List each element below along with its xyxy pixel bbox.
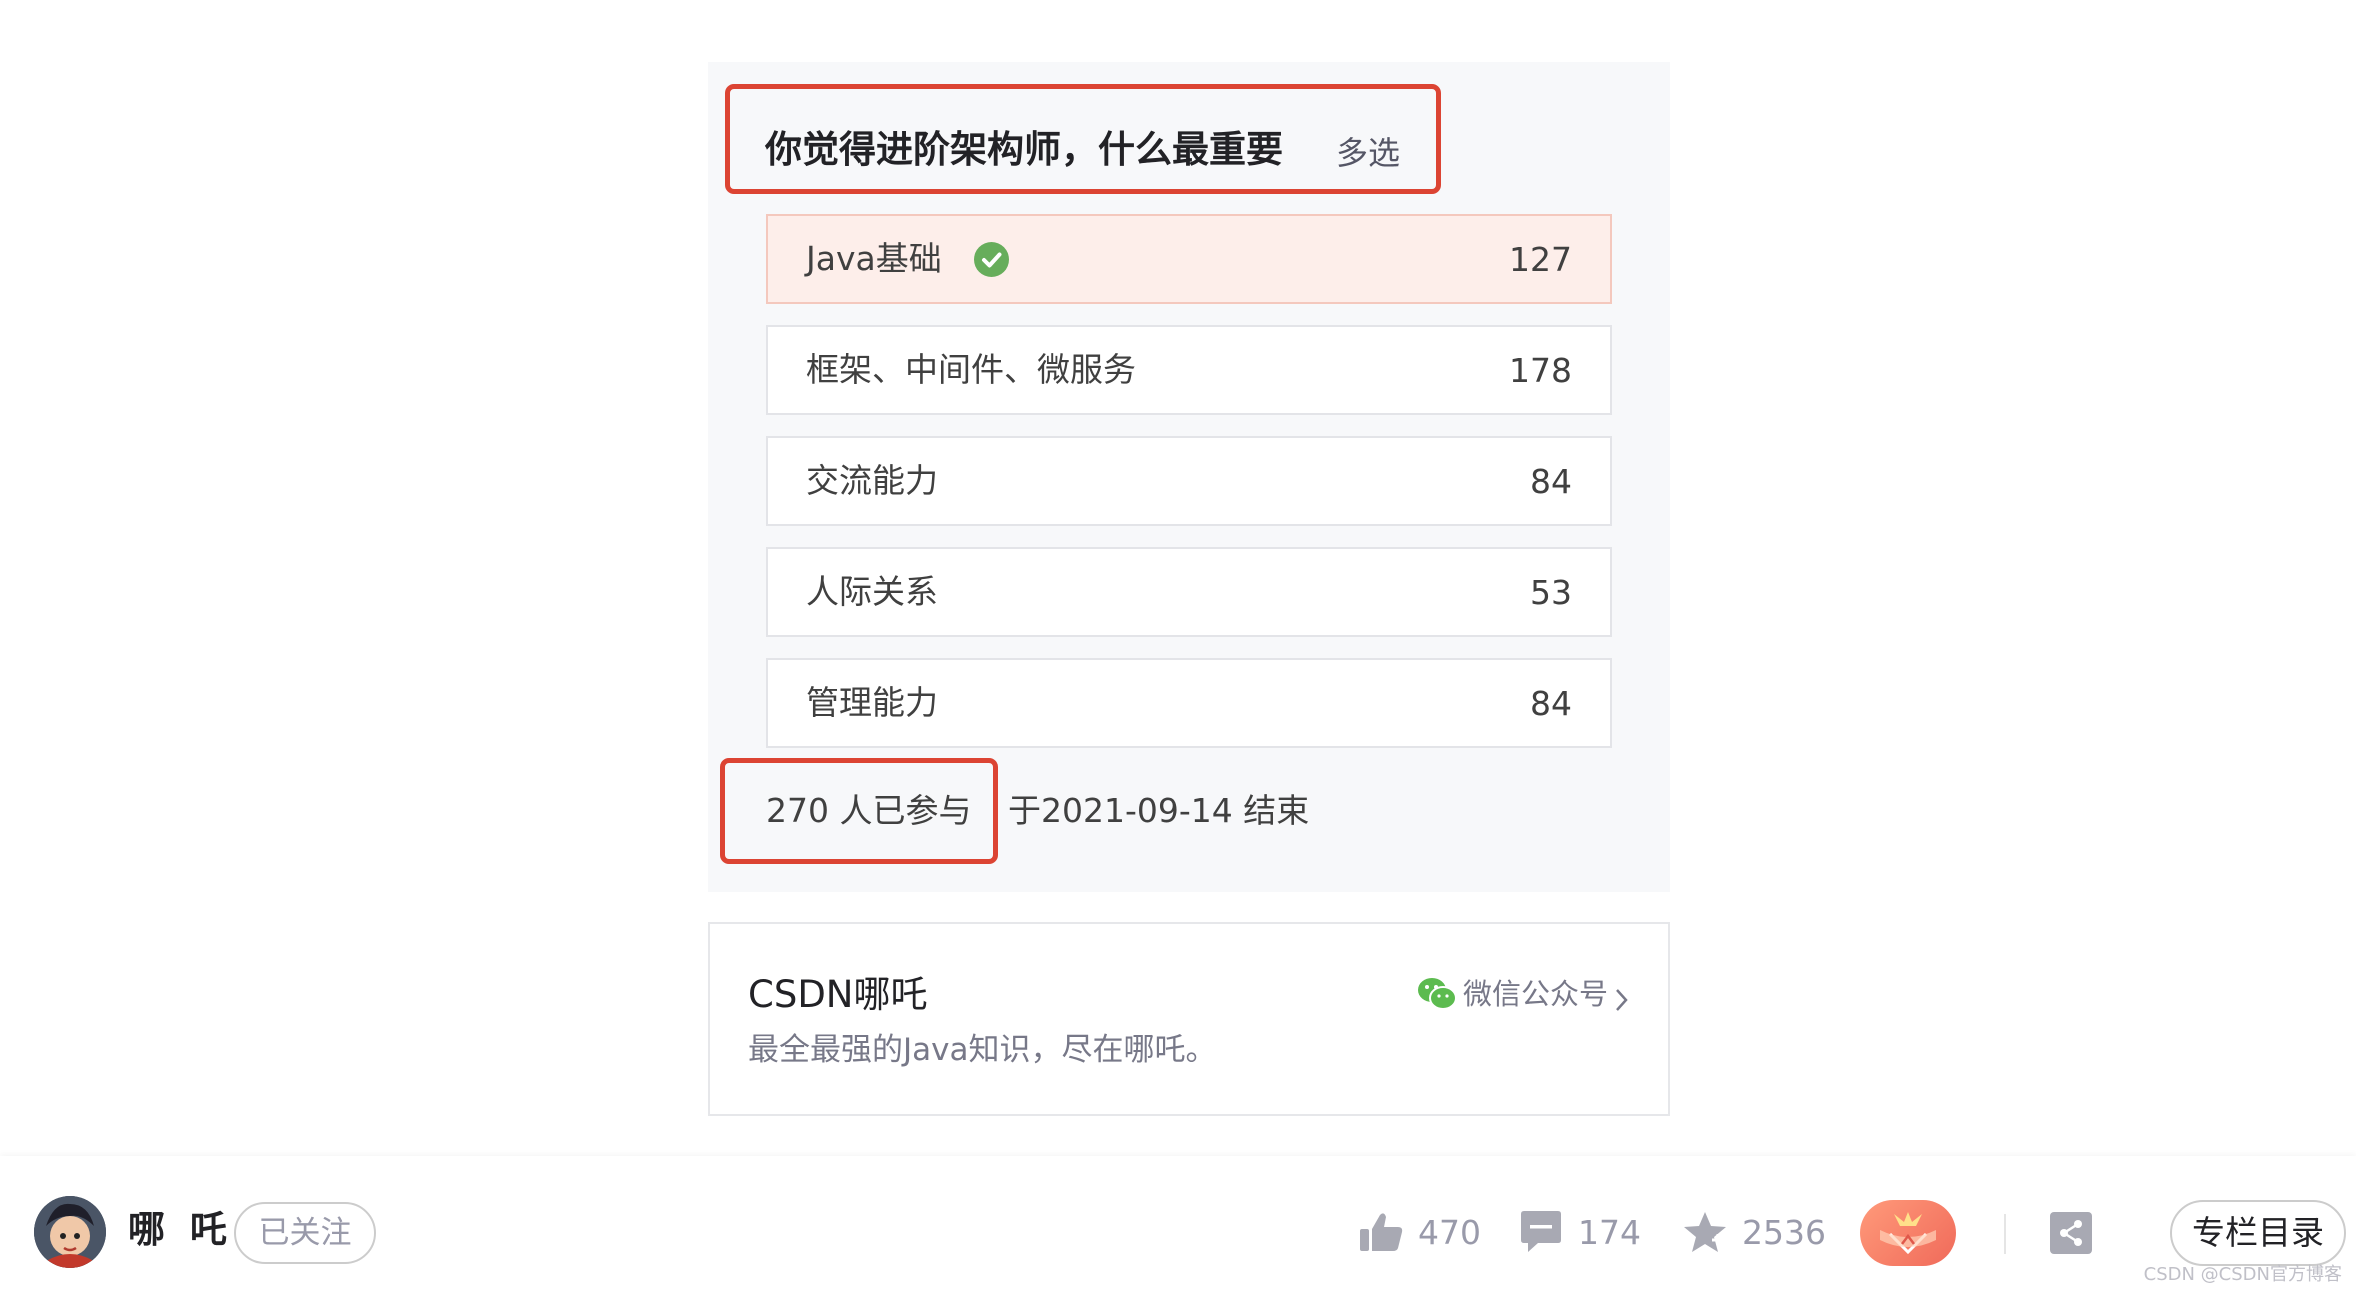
- vote-option[interactable]: 人际关系 53: [766, 547, 1612, 637]
- favorite-button[interactable]: 2536: [1682, 1206, 1826, 1258]
- vote-option-label: 交流能力: [806, 461, 938, 500]
- account-card[interactable]: CSDN哪吒 最全最强的Java知识，尽在哪吒。 微信公众号: [708, 922, 1670, 1116]
- watermark: CSDN @CSDN官方博客: [2143, 1264, 2342, 1285]
- bottom-toolbar: 哪 吒 已关注 470 174 2536 专栏目录: [0, 1156, 2356, 1290]
- vote-end-date: 于2021-09-14 结束: [1008, 791, 1310, 830]
- wechat-official-link[interactable]: 微信公众号: [1417, 972, 1630, 1016]
- wechat-icon: [1417, 977, 1457, 1011]
- comment-count: 174: [1578, 1212, 1641, 1252]
- vote-option-count: 127: [1509, 240, 1572, 279]
- vote-option-label: 框架、中间件、微服务: [806, 350, 1136, 389]
- like-count: 470: [1418, 1212, 1481, 1252]
- vote-option-count: 53: [1530, 573, 1572, 612]
- vote-option-label: 人际关系: [806, 572, 938, 611]
- account-description: 最全最强的Java知识，尽在哪吒。: [748, 1032, 1217, 1068]
- vote-card: 你觉得进阶架构师，什么最重要 多选 Java基础 127 框架、中间件、微服务 …: [708, 62, 1670, 892]
- participants-count: 270 人已参与: [766, 791, 972, 830]
- author-name[interactable]: 哪 吒: [128, 1202, 233, 1258]
- account-name: CSDN哪吒: [748, 973, 928, 1016]
- check-icon: [974, 242, 1009, 277]
- vote-option-label: 管理能力: [806, 683, 938, 722]
- vote-options: Java基础 127 框架、中间件、微服务 178 交流能力 84 人际关系 5…: [766, 214, 1612, 769]
- share-icon: [2060, 1220, 2082, 1246]
- column-toc-button[interactable]: 专栏目录: [2170, 1200, 2346, 1266]
- toolbar-divider: [2004, 1214, 2006, 1254]
- vote-title: 你觉得进阶架构师，什么最重要: [765, 128, 1283, 171]
- vote-option-count: 84: [1530, 684, 1572, 723]
- thumbs-up-icon: [1360, 1213, 1403, 1251]
- vote-option-count: 178: [1509, 351, 1572, 390]
- comment-icon: [1521, 1211, 1561, 1252]
- avatar[interactable]: [34, 1196, 106, 1268]
- share-button[interactable]: [2050, 1212, 2092, 1254]
- comment-button[interactable]: 174: [1518, 1206, 1641, 1258]
- vote-option[interactable]: 交流能力 84: [766, 436, 1612, 526]
- chevron-right-icon: [1614, 981, 1630, 1011]
- vote-option[interactable]: 框架、中间件、微服务 178: [766, 325, 1612, 415]
- vote-option-label: Java基础: [806, 239, 942, 278]
- vote-option[interactable]: 管理能力 84: [766, 658, 1612, 748]
- follow-button[interactable]: 已关注: [234, 1202, 376, 1264]
- reward-button[interactable]: [1860, 1200, 1956, 1266]
- vote-mode-label: 多选: [1336, 134, 1401, 172]
- favorite-count: 2536: [1742, 1212, 1826, 1252]
- like-button[interactable]: 470: [1358, 1206, 1481, 1258]
- vote-option-count: 84: [1530, 462, 1572, 501]
- star-icon: [1684, 1212, 1726, 1252]
- reward-icon: [1880, 1212, 1936, 1255]
- vote-option[interactable]: Java基础 127: [766, 214, 1612, 304]
- wechat-link-label: 微信公众号: [1462, 977, 1608, 1011]
